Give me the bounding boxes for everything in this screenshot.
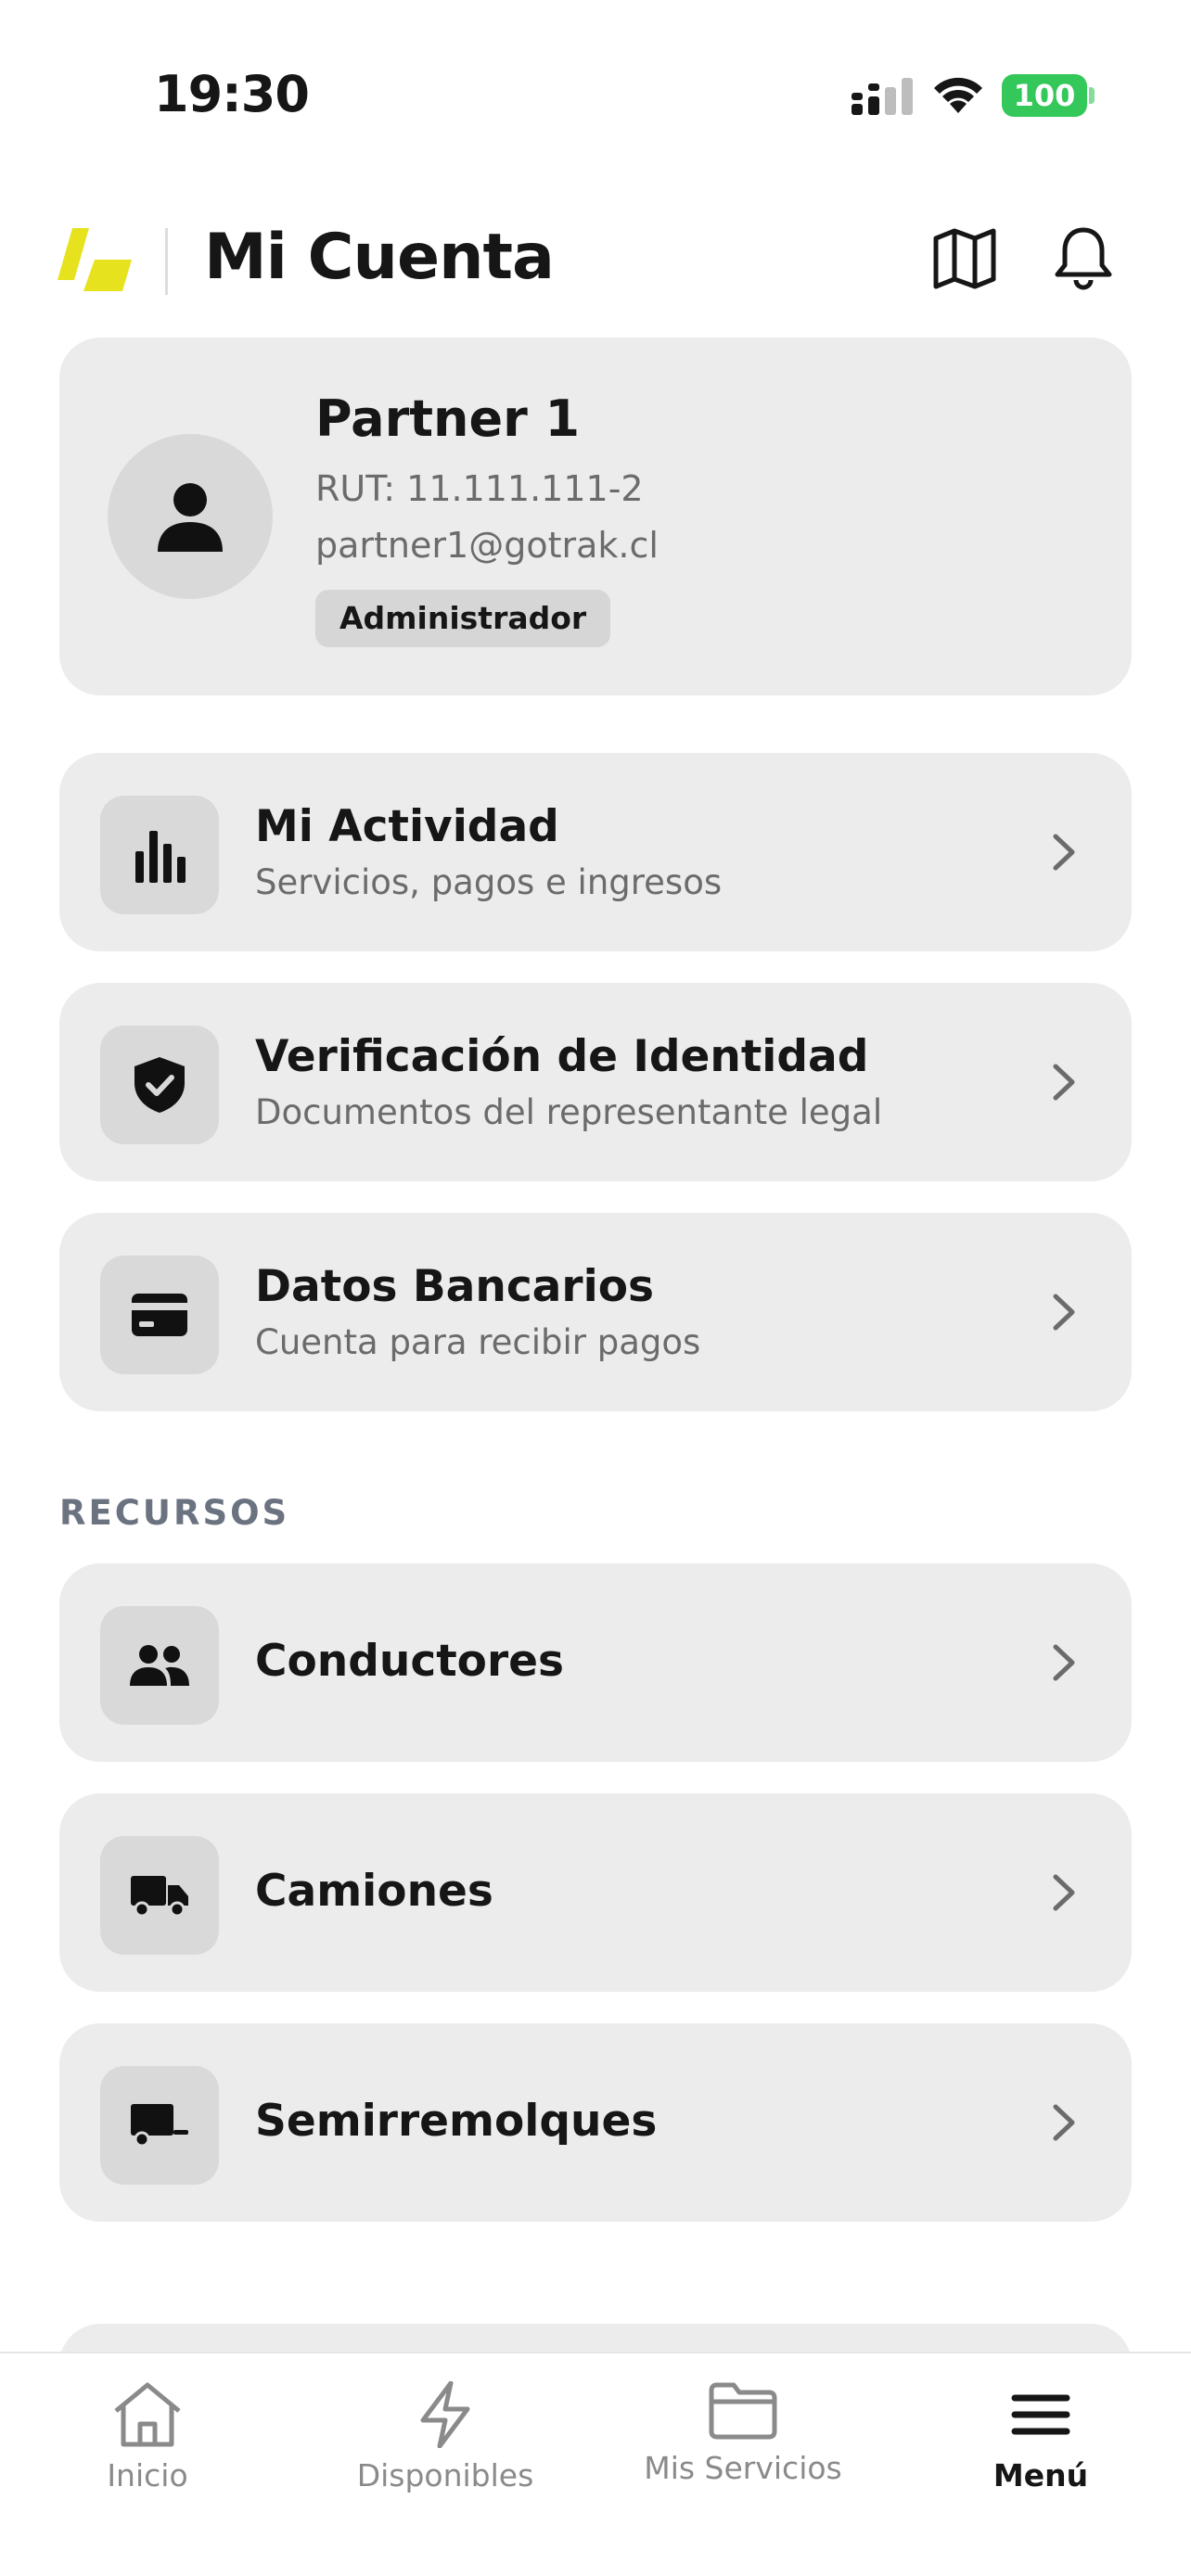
role-badge: Administrador xyxy=(315,590,611,647)
nav-tab-menu[interactable]: Menú xyxy=(902,2374,1180,2504)
bolt-icon xyxy=(420,2381,470,2448)
home-icon xyxy=(114,2382,181,2447)
nav-label: Inicio xyxy=(107,2457,188,2493)
menu-icon-box xyxy=(100,1026,219,1144)
battery-tip xyxy=(1089,87,1095,104)
menu-item-title: Mi Actividad xyxy=(255,801,559,852)
user-icon xyxy=(158,483,223,552)
menu-item-mi-actividad[interactable] xyxy=(59,753,1132,951)
nav-label: Menú xyxy=(992,2457,1089,2493)
chevron-right-icon xyxy=(1053,1294,1075,1331)
wifi-icon xyxy=(934,77,982,113)
menu-item-subtitle: Servicios, pagos e ingresos xyxy=(255,862,723,902)
truck-icon xyxy=(131,1876,188,1917)
menu-icon-box xyxy=(100,2066,219,2185)
nav-tab-mis-servicios[interactable]: Mis Servicios xyxy=(604,2374,882,2504)
menu-item-title: Semirremolques xyxy=(255,2096,658,2147)
bell-icon xyxy=(1055,227,1112,290)
menu-item-title: Datos Bancarios xyxy=(255,1261,654,1312)
menu-icon xyxy=(1011,2394,1070,2435)
profile-rut: RUT: 11.111.111-2 xyxy=(315,468,644,509)
header-divider xyxy=(165,228,168,295)
chevron-right-icon xyxy=(1053,1064,1075,1101)
brand-logo-icon xyxy=(58,228,132,291)
credit-card-icon xyxy=(132,1294,187,1336)
chevron-right-icon xyxy=(1053,1644,1075,1681)
page-title: Mi Cuenta xyxy=(204,221,555,294)
shield-check-icon xyxy=(134,1057,185,1113)
menu-item-title: Conductores xyxy=(255,1636,564,1687)
people-icon xyxy=(130,1645,189,1686)
nav-tab-inicio[interactable]: Inicio xyxy=(8,2374,287,2504)
avatar xyxy=(108,434,273,599)
nav-tab-disponibles[interactable]: Disponibles xyxy=(306,2374,584,2504)
bar-chart-icon xyxy=(135,831,186,883)
map-button[interactable] xyxy=(928,221,1002,295)
menu-item-subtitle: Cuenta para recibir pagos xyxy=(255,1322,701,1362)
menu-item-conductores[interactable] xyxy=(59,1563,1132,1762)
chevron-right-icon xyxy=(1053,834,1075,871)
profile-name: Partner 1 xyxy=(315,389,581,448)
menu-item-subtitle: Documentos del representante legal xyxy=(255,1092,883,1132)
nav-label: Disponibles xyxy=(356,2457,534,2493)
map-icon xyxy=(933,228,996,289)
status-time: 19:30 xyxy=(154,65,310,123)
menu-item-title: Verificación de Identidad xyxy=(255,1031,869,1082)
menu-item-verificacion-identidad[interactable] xyxy=(59,983,1132,1181)
menu-icon-box xyxy=(100,1836,219,1955)
profile-email: partner1@gotrak.cl xyxy=(315,525,659,566)
cellular-signal-icon xyxy=(852,78,913,115)
folder-icon xyxy=(709,2382,777,2440)
menu-item-datos-bancarios[interactable] xyxy=(59,1213,1132,1411)
menu-icon-box xyxy=(100,1606,219,1725)
battery-indicator: 100 xyxy=(1002,74,1087,117)
nav-label: Mis Servicios xyxy=(644,2450,842,2486)
menu-icon-box xyxy=(100,1256,219,1374)
notifications-button[interactable] xyxy=(1046,221,1121,295)
menu-item-title: Camiones xyxy=(255,1866,493,1917)
section-label-recursos: RECURSOS xyxy=(59,1493,290,1533)
menu-item-camiones[interactable] xyxy=(59,1793,1132,1992)
menu-icon-box xyxy=(100,796,219,914)
trailer-icon xyxy=(131,2104,188,2147)
chevron-right-icon xyxy=(1053,2104,1075,2141)
chevron-right-icon xyxy=(1053,1874,1075,1911)
